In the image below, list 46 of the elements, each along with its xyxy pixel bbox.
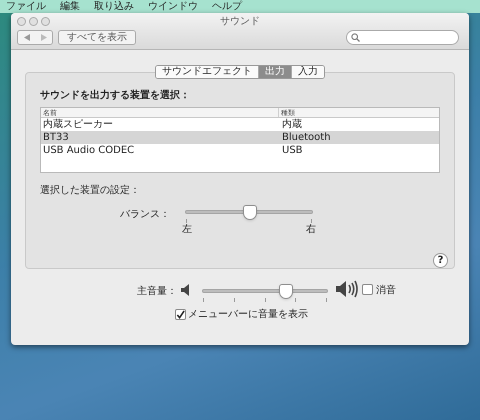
minimize-button[interactable]	[29, 17, 38, 26]
volume-label: 主音量：	[137, 284, 177, 299]
back-forward-control[interactable]	[17, 30, 53, 45]
table-cell-text: Bluetooth	[281, 131, 331, 145]
menu-item[interactable]: 編集	[60, 2, 80, 12]
table-cell-text: 内蔵スピーカー	[42, 118, 114, 132]
mute-checkbox[interactable]	[362, 284, 373, 295]
back-arrow-icon	[24, 34, 30, 41]
tick-mark	[234, 298, 235, 302]
table-cell-text: USB Audio CODEC	[42, 144, 136, 158]
table-cell-text: BT33	[42, 131, 70, 145]
tick-mark	[203, 298, 204, 302]
tick-mark	[295, 298, 296, 302]
speaker-icon	[181, 284, 190, 296]
menu-item[interactable]: 取り込み	[94, 2, 134, 12]
search-field[interactable]	[346, 30, 459, 45]
table-cell-text: USB	[281, 144, 303, 158]
right-label: 右	[306, 223, 316, 237]
menu-item[interactable]: ウインドウ	[148, 2, 198, 12]
section-heading: サウンドを出力する装置を選択：	[40, 88, 191, 103]
left-label: 左	[182, 223, 192, 237]
table-row[interactable]: BT33 Bluetooth	[41, 131, 439, 144]
menu-item[interactable]: ファイル	[6, 2, 46, 12]
zoom-button[interactable]	[41, 17, 50, 26]
menu-item[interactable]: ヘルプ	[212, 2, 242, 12]
tick-mark	[264, 298, 266, 302]
close-button[interactable]	[17, 17, 26, 26]
window-title: サウンド	[220, 15, 260, 29]
speaker-loud-icon	[336, 280, 358, 298]
forward-arrow-icon	[40, 34, 46, 41]
balance-label: バランス：	[119, 208, 171, 222]
show-all-button[interactable]: すべてを表示	[58, 30, 136, 45]
tab[interactable]: サウンドエフェクト	[156, 66, 258, 78]
help-button[interactable]: ?	[433, 253, 448, 268]
menu-bar-volume-checkbox[interactable]	[175, 309, 186, 320]
table-cell-text: 内蔵	[281, 118, 302, 132]
tick-mark	[186, 219, 187, 223]
tick-mark	[326, 298, 327, 302]
slider-thumb[interactable]	[243, 205, 258, 220]
menu-bar-volume-label: メニューバーに音量を表示	[188, 308, 308, 322]
section-heading: 選択した装置の設定：	[40, 184, 141, 198]
slider-thumb[interactable]	[279, 284, 294, 299]
tab[interactable]: 入力	[291, 66, 324, 78]
search-icon	[351, 33, 360, 42]
tick-mark	[311, 219, 312, 223]
mute-label: 消音	[376, 284, 396, 298]
